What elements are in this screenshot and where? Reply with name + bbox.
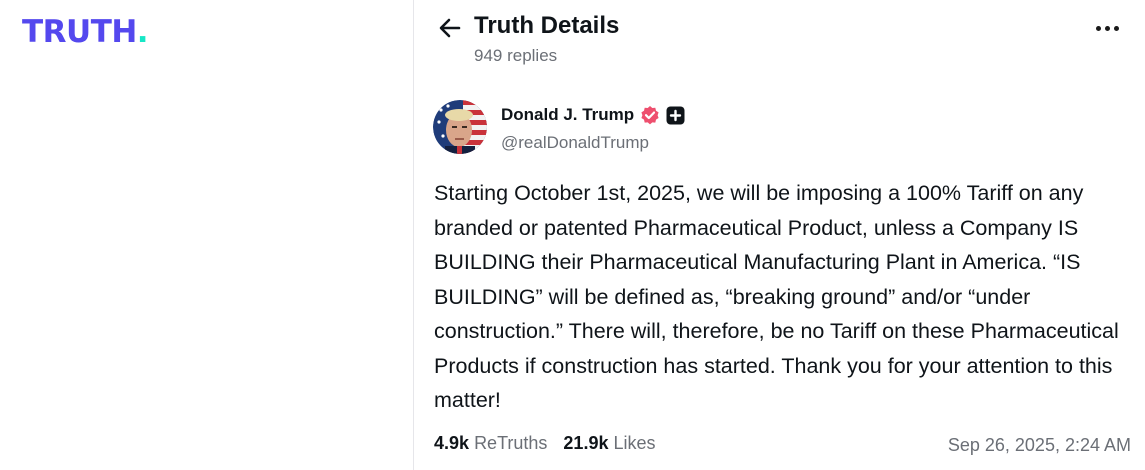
page-title: Truth Details	[474, 12, 620, 39]
author-name-text: Donald J. Trump	[501, 105, 635, 124]
author-handle[interactable]: @realDonaldTrump	[501, 132, 649, 154]
likes-stat[interactable]: 21.9k Likes	[563, 431, 655, 455]
truth-logo[interactable]: TRUTH.	[22, 14, 149, 50]
post-timestamp: Sep 26, 2025, 2:24 AM	[947, 435, 1131, 455]
retruths-stat[interactable]: 4.9k ReTruths	[434, 431, 547, 455]
retruths-count: 4.9k	[434, 433, 470, 453]
logo-dot: .	[136, 14, 149, 50]
more-horizontal-icon	[1095, 25, 1101, 31]
likes-count: 21.9k	[563, 433, 609, 453]
main-column: Truth Details 949 replies Donald J. Trum…	[414, 0, 1145, 470]
verified-badge-icon	[641, 106, 659, 125]
plus-badge-icon	[666, 106, 685, 124]
logo-text: TRUTH	[22, 14, 137, 50]
more-options-button[interactable]	[1091, 16, 1123, 40]
replies-count: 949 replies	[474, 46, 558, 65]
post-body: Starting October 1st, 2025, we will be i…	[434, 181, 1119, 412]
post-stats: 4.9k ReTruths 21.9k Likes	[434, 431, 656, 455]
left-sidebar: TRUTH.	[0, 0, 414, 470]
likes-label: Likes	[613, 433, 656, 453]
arrow-left-icon	[439, 18, 461, 38]
avatar[interactable]	[433, 100, 487, 154]
author-name[interactable]: Donald J. Trump	[501, 104, 685, 126]
back-button[interactable]	[436, 14, 464, 42]
retruths-label: ReTruths	[474, 433, 548, 453]
